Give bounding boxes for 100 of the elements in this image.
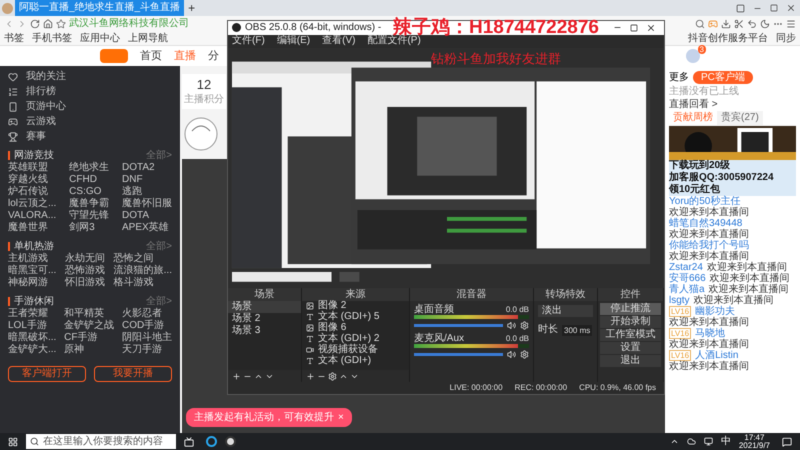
- chat-username[interactable]: 马晓地: [695, 328, 726, 339]
- bookmark-link[interactable]: 抖音创作服务平台: [688, 34, 768, 44]
- taskbar-search-field[interactable]: 在这里输入你要搜索的内容: [26, 434, 176, 449]
- category-link[interactable]: 金铲铲之战: [64, 320, 114, 332]
- chat-username[interactable]: 青人猫a: [669, 284, 705, 295]
- chat-username[interactable]: 幽影功夫: [695, 306, 736, 317]
- speaker-icon[interactable]: [507, 350, 516, 359]
- obs-taskbar-icon[interactable]: [225, 436, 236, 447]
- sidebar-button[interactable]: 客户端打开: [8, 366, 86, 382]
- scene-item[interactable]: 场景 3: [228, 324, 301, 337]
- tray-expand-icon[interactable]: [670, 437, 679, 446]
- chat-username[interactable]: Yoru的50秒主任: [669, 196, 740, 207]
- source-item[interactable]: 文本 (GDI+) 5: [302, 312, 409, 323]
- scissors-icon[interactable]: [734, 19, 744, 29]
- menu-item[interactable]: 编辑(E): [276, 36, 310, 46]
- browser-tab[interactable]: 阿聪一直播_绝地求生直播_斗鱼直播: [15, 0, 184, 16]
- undo-icon[interactable]: [747, 19, 757, 29]
- settings-icon[interactable]: [328, 372, 337, 380]
- category-link[interactable]: 王者荣耀: [8, 308, 56, 320]
- category-link[interactable]: CS:GO: [69, 186, 110, 198]
- control-button[interactable]: 停止推流: [600, 302, 661, 315]
- chat-username[interactable]: 蜡笔自然349448: [669, 218, 742, 229]
- moon-icon[interactable]: [760, 19, 770, 29]
- category-link[interactable]: 暗黑宝可...: [8, 265, 56, 277]
- menu-item[interactable]: 配置文件(P): [367, 36, 421, 46]
- category-link[interactable]: 魔兽世界: [8, 222, 56, 234]
- menu-icon[interactable]: [786, 19, 796, 29]
- settings-icon[interactable]: [520, 350, 529, 359]
- control-button[interactable]: 设置: [600, 342, 661, 354]
- download-icon[interactable]: [721, 19, 731, 29]
- windows-start-icon[interactable]: [8, 436, 18, 446]
- clock-time[interactable]: 17:47: [744, 434, 764, 442]
- network-icon[interactable]: [704, 437, 713, 446]
- category-link[interactable]: LOL手游: [8, 320, 56, 332]
- bookmark-link[interactable]: 上网导航: [128, 34, 168, 44]
- category-link[interactable]: 英雄联盟: [8, 162, 56, 174]
- category-link[interactable]: 恐怖之间: [114, 253, 172, 265]
- category-link[interactable]: 魔兽争霸: [69, 198, 110, 210]
- maximize-icon[interactable]: [630, 24, 638, 32]
- category-link[interactable]: 神秘网游: [8, 277, 56, 289]
- category-link[interactable]: 炉石传说: [8, 186, 56, 198]
- category-link[interactable]: 原神: [64, 344, 114, 356]
- clock-date[interactable]: 2021/9/7: [738, 442, 770, 450]
- volume-slider[interactable]: [414, 324, 503, 327]
- new-tab-button[interactable]: +: [184, 2, 200, 14]
- cloud-icon[interactable]: [686, 437, 696, 446]
- category-link[interactable]: 穿越火线: [8, 174, 56, 186]
- home-icon[interactable]: [43, 19, 53, 29]
- category-link[interactable]: 永劫无间: [65, 253, 105, 265]
- scene-item[interactable]: 场景 2: [228, 312, 301, 325]
- sidebar-button[interactable]: 我要开播: [94, 366, 172, 382]
- scene-item[interactable]: 场景: [228, 300, 301, 313]
- chat-username[interactable]: lsgty: [669, 295, 690, 306]
- control-button[interactable]: 退出: [600, 354, 661, 367]
- settings-icon[interactable]: [520, 320, 529, 330]
- category-link[interactable]: 格斗游戏: [114, 277, 172, 289]
- replay-link[interactable]: 直播回看 >: [669, 98, 796, 111]
- source-item[interactable]: 文本 (GDI+) 2: [302, 334, 409, 345]
- add-icon[interactable]: [232, 372, 241, 380]
- add-icon[interactable]: [306, 372, 315, 380]
- control-button[interactable]: 工作室模式: [600, 328, 661, 341]
- category-link[interactable]: lol云顶之...: [8, 198, 56, 210]
- chat-username[interactable]: 安哥666: [669, 273, 706, 284]
- chat-username[interactable]: Zstar24: [669, 262, 703, 273]
- speaker-icon[interactable]: [507, 320, 516, 330]
- category-link[interactable]: DOTA2: [122, 162, 172, 174]
- sidebar-item[interactable]: 云游戏: [8, 115, 172, 128]
- sidebar-item[interactable]: 排行榜: [8, 85, 172, 98]
- category-link[interactable]: 守望先锋: [69, 210, 110, 222]
- nav-link[interactable]: 分: [208, 50, 219, 62]
- category-link[interactable]: 逃跑: [122, 186, 172, 198]
- reload-icon[interactable]: [30, 19, 40, 29]
- chat-username[interactable]: 你能给我打个号吗: [669, 240, 749, 251]
- category-link[interactable]: 天刀手游: [122, 344, 172, 356]
- source-item[interactable]: 图像 6: [302, 322, 409, 334]
- category-link[interactable]: 恐怖游戏: [65, 265, 105, 277]
- user-avatar[interactable]: [686, 49, 700, 63]
- menu-item[interactable]: 文件(F): [232, 36, 265, 46]
- category-link[interactable]: COD手游: [122, 320, 172, 332]
- category-link[interactable]: 和平精英: [64, 308, 114, 320]
- source-item[interactable]: 图像 2: [302, 300, 409, 312]
- chat-username[interactable]: 人酒Listin: [695, 350, 738, 361]
- category-link[interactable]: DOTA: [122, 210, 172, 222]
- category-link[interactable]: VALORA...: [8, 210, 56, 222]
- category-link[interactable]: CFHD: [69, 174, 110, 186]
- volume-slider[interactable]: [414, 352, 503, 356]
- source-item[interactable]: 文本 (GDI+): [302, 356, 409, 367]
- sidebar-item[interactable]: 页游中心: [8, 100, 172, 113]
- category-link[interactable]: CF手游: [64, 332, 114, 344]
- menu-item[interactable]: 查看(V): [322, 36, 356, 46]
- category-link[interactable]: APEX英雄: [122, 222, 172, 234]
- category-link[interactable]: 魔兽怀旧服: [122, 198, 172, 210]
- notification-icon[interactable]: [782, 436, 792, 446]
- browser-taskbar-icon[interactable]: [206, 436, 217, 447]
- category-link[interactable]: 剑网3: [69, 222, 110, 234]
- sidebar-item[interactable]: 我的关注: [8, 70, 172, 83]
- transition-select[interactable]: 淡出: [538, 304, 593, 317]
- bookmark-link[interactable]: 同步: [776, 34, 796, 44]
- sidebar-item[interactable]: 赛事: [8, 130, 172, 143]
- more-link[interactable]: 更多: [669, 70, 689, 85]
